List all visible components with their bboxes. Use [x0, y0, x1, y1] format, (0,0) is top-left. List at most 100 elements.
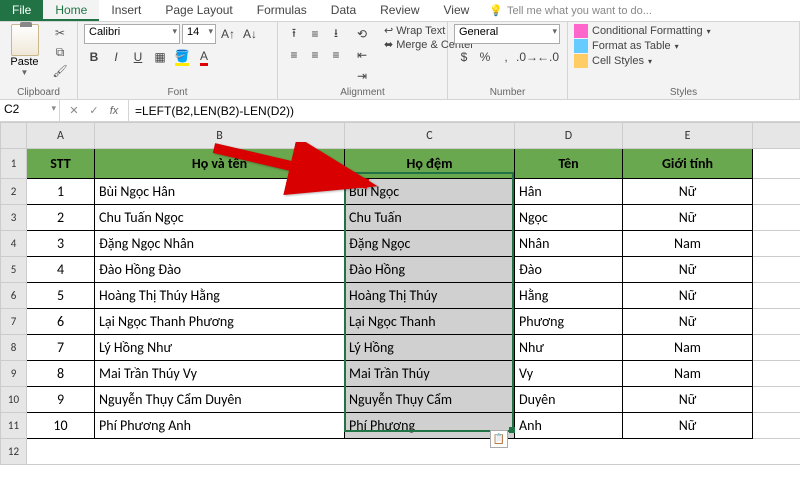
- col-header-e[interactable]: E: [623, 123, 753, 149]
- comma-button[interactable]: ,: [496, 47, 516, 67]
- increase-indent-button[interactable]: ⇥: [352, 66, 372, 86]
- row-header[interactable]: 2: [1, 179, 27, 205]
- cell-hoten[interactable]: Đào Hồng Đào: [95, 257, 345, 283]
- row-header[interactable]: 4: [1, 231, 27, 257]
- border-button[interactable]: ▦: [150, 47, 170, 67]
- percent-button[interactable]: %: [475, 47, 495, 67]
- tab-page-layout[interactable]: Page Layout: [153, 0, 244, 21]
- cell-ten[interactable]: Như: [515, 335, 623, 361]
- cell-gioitinh[interactable]: Nữ: [623, 413, 753, 439]
- cell-stt[interactable]: 6: [27, 309, 95, 335]
- cell-hoten[interactable]: Phí Phương Anh: [95, 413, 345, 439]
- cell[interactable]: [753, 361, 800, 387]
- italic-button[interactable]: I: [106, 47, 126, 67]
- row-header[interactable]: 12: [1, 439, 27, 465]
- underline-button[interactable]: U: [128, 47, 148, 67]
- cell-hodem[interactable]: Chu Tuấn: [345, 205, 515, 231]
- number-format-combo[interactable]: General: [454, 24, 560, 44]
- cell-ten[interactable]: Hân: [515, 179, 623, 205]
- format-painter-button[interactable]: 🖌: [49, 62, 71, 80]
- decrease-indent-button[interactable]: ⇤: [352, 45, 372, 65]
- header-stt[interactable]: STT: [27, 149, 95, 179]
- cell-stt[interactable]: 4: [27, 257, 95, 283]
- row-header[interactable]: 10: [1, 387, 27, 413]
- row-header[interactable]: 9: [1, 361, 27, 387]
- cell[interactable]: [753, 387, 800, 413]
- cell-hoten[interactable]: Lại Ngọc Thanh Phương: [95, 309, 345, 335]
- cell-gioitinh[interactable]: Nam: [623, 335, 753, 361]
- cell[interactable]: [753, 257, 800, 283]
- cell-stt[interactable]: 1: [27, 179, 95, 205]
- fill-color-button[interactable]: 🪣: [172, 47, 192, 67]
- col-header-a[interactable]: A: [27, 123, 95, 149]
- font-size-combo[interactable]: 14: [182, 24, 216, 44]
- cell-gioitinh[interactable]: Nam: [623, 361, 753, 387]
- cell-hodem[interactable]: Đào Hồng: [345, 257, 515, 283]
- cell[interactable]: [753, 179, 800, 205]
- cell-hodem[interactable]: Đặng Ngọc: [345, 231, 515, 257]
- insert-function-button[interactable]: fx: [106, 103, 122, 119]
- tab-review[interactable]: Review: [368, 0, 431, 21]
- cell-gioitinh[interactable]: Nữ: [623, 387, 753, 413]
- select-all-corner[interactable]: [1, 123, 27, 149]
- tab-home[interactable]: Home: [43, 0, 99, 21]
- paste-button[interactable]: Paste ▼: [6, 24, 43, 77]
- cut-button[interactable]: ✂: [49, 24, 71, 42]
- cancel-formula-button[interactable]: ✕: [66, 103, 82, 119]
- cell-hoten[interactable]: Nguyễn Thụy Cẩm Duyên: [95, 387, 345, 413]
- cell-hodem[interactable]: Hoàng Thị Thúy: [345, 283, 515, 309]
- cell[interactable]: [753, 335, 800, 361]
- cell-hoten[interactable]: Lý Hồng Như: [95, 335, 345, 361]
- copy-button[interactable]: ⧉: [49, 43, 71, 61]
- cell-ten[interactable]: Đào: [515, 257, 623, 283]
- row-header[interactable]: 11: [1, 413, 27, 439]
- col-header-f[interactable]: [753, 123, 800, 149]
- cell[interactable]: [753, 283, 800, 309]
- cell-gioitinh[interactable]: Nam: [623, 231, 753, 257]
- tab-formulas[interactable]: Formulas: [245, 0, 319, 21]
- row-header[interactable]: 1: [1, 149, 27, 179]
- cell-stt[interactable]: 9: [27, 387, 95, 413]
- cell[interactable]: [27, 439, 800, 465]
- cell-stt[interactable]: 2: [27, 205, 95, 231]
- row-header[interactable]: 5: [1, 257, 27, 283]
- align-top-button[interactable]: ⭱: [284, 24, 304, 44]
- cell-hodem[interactable]: Nguyễn Thụy Cẩm: [345, 387, 515, 413]
- font-color-button[interactable]: A: [194, 47, 214, 67]
- cell-gioitinh[interactable]: Nữ: [623, 309, 753, 335]
- col-header-c[interactable]: C: [345, 123, 515, 149]
- cell-ten[interactable]: Ngọc: [515, 205, 623, 231]
- cell-stt[interactable]: 10: [27, 413, 95, 439]
- tab-file[interactable]: File: [0, 0, 43, 21]
- tab-view[interactable]: View: [432, 0, 482, 21]
- font-name-combo[interactable]: Calibri: [84, 24, 180, 44]
- align-center-button[interactable]: ≡: [305, 45, 325, 65]
- cell-hodem[interactable]: Phí Phương: [345, 413, 515, 439]
- col-header-d[interactable]: D: [515, 123, 623, 149]
- tab-data[interactable]: Data: [319, 0, 368, 21]
- format-as-table-button[interactable]: Format as Table▾: [574, 39, 711, 53]
- cell[interactable]: [753, 309, 800, 335]
- cell-hoten[interactable]: Đặng Ngọc Nhân: [95, 231, 345, 257]
- increase-font-button[interactable]: A↑: [218, 24, 238, 44]
- align-bottom-button[interactable]: ⭳: [326, 24, 346, 44]
- cell-gioitinh[interactable]: Nữ: [623, 257, 753, 283]
- align-left-button[interactable]: ≡: [284, 45, 304, 65]
- cell[interactable]: [753, 205, 800, 231]
- decrease-font-button[interactable]: A↓: [240, 24, 260, 44]
- cell-gioitinh[interactable]: Nữ: [623, 205, 753, 231]
- cell[interactable]: [753, 149, 800, 179]
- cell[interactable]: [753, 231, 800, 257]
- tell-me-search[interactable]: 💡 Tell me what you want to do...: [481, 0, 660, 21]
- row-header[interactable]: 3: [1, 205, 27, 231]
- align-right-button[interactable]: ≡: [326, 45, 346, 65]
- spreadsheet-grid[interactable]: A B C D E 1 STT Họ và tên Họ đệm Tên Giớ…: [0, 122, 800, 465]
- cell-gioitinh[interactable]: Nữ: [623, 283, 753, 309]
- cell-hodem[interactable]: Mai Trần Thúy: [345, 361, 515, 387]
- formula-input[interactable]: [129, 100, 800, 121]
- cell-stt[interactable]: 3: [27, 231, 95, 257]
- enter-formula-button[interactable]: ✓: [86, 103, 102, 119]
- bold-button[interactable]: B: [84, 47, 104, 67]
- cell-stt[interactable]: 8: [27, 361, 95, 387]
- increase-decimal-button[interactable]: .0→: [517, 47, 537, 67]
